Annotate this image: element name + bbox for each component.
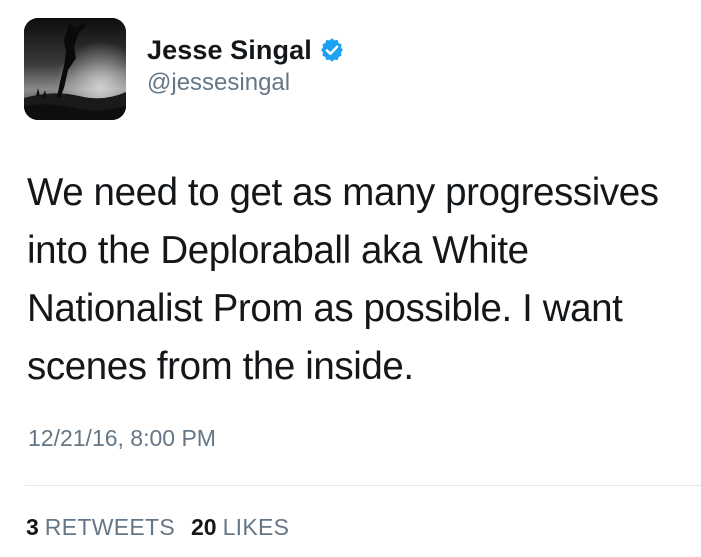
retweets-stat[interactable]: 3 RETWEETS [26, 511, 175, 543]
display-name[interactable]: Jesse Singal [147, 32, 312, 68]
likes-count: 20 [190, 514, 217, 540]
divider [25, 485, 701, 486]
avatar-image [24, 18, 126, 120]
tweet-stats: 3 RETWEETS 20 LIKES [26, 511, 305, 543]
user-name-row: Jesse Singal [147, 32, 345, 68]
tweet-text: We need to get as many progressives into… [27, 171, 659, 388]
tweet-timestamp[interactable]: 12/21/16, 8:00 PM [28, 422, 216, 454]
likes-label: LIKES [222, 514, 290, 540]
retweets-label: RETWEETS [44, 514, 175, 540]
retweets-count: 3 [26, 514, 39, 540]
avatar[interactable] [24, 18, 126, 120]
user-handle[interactable]: @jessesingal [147, 67, 290, 99]
tweet-card: Jesse Singal @jessesingal We need to get… [0, 0, 701, 557]
verified-badge-icon [319, 37, 345, 63]
likes-stat[interactable]: 20 LIKES [191, 511, 289, 543]
